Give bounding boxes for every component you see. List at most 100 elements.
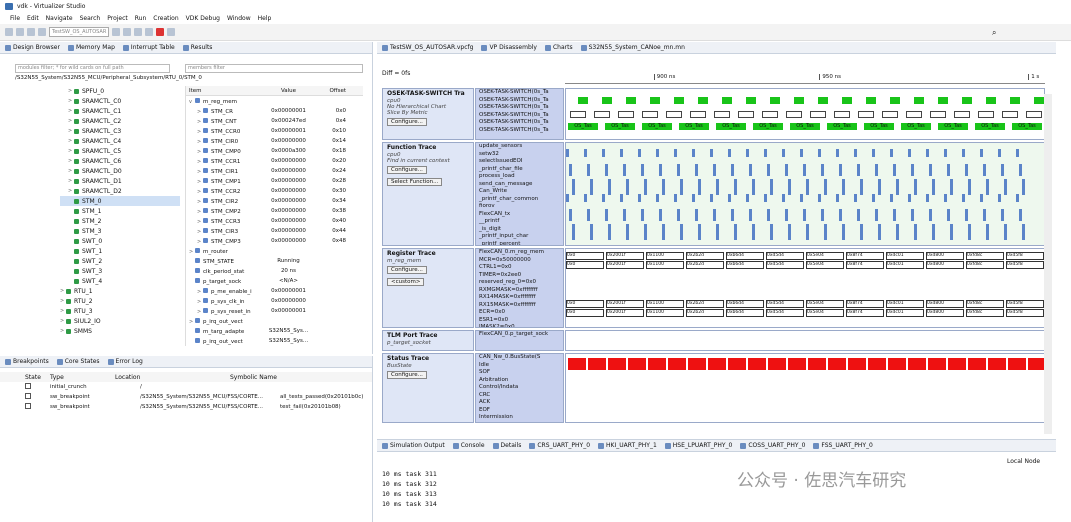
tab-memory-map[interactable]: Memory Map <box>67 44 115 51</box>
signal-name[interactable]: _printf_char_common <box>476 196 563 204</box>
signal-name[interactable]: OSEK-TASK-SWITCH(0s_Ta <box>476 112 563 120</box>
table-row[interactable]: p_irq_out_vect S32N55_Sys... <box>186 336 363 346</box>
enabled-checkbox[interactable] <box>25 403 31 409</box>
menu-item-help[interactable]: Help <box>258 15 272 22</box>
signal-name[interactable]: _printf_percent <box>476 241 563 246</box>
signal-name[interactable]: _printf_input_char <box>476 233 563 241</box>
tab-console[interactable]: Console <box>452 442 485 449</box>
tree-item[interactable]: > SRAMCTL_D2 <box>60 186 180 196</box>
signal-name[interactable]: RX14MASK=0xffffffff <box>476 294 563 302</box>
table-row[interactable]: > p_sys_clk_in 0x00000000 <box>186 296 363 306</box>
signal-name[interactable]: ECR=0x0 <box>476 309 563 317</box>
menu-item-creation[interactable]: Creation <box>153 15 178 22</box>
table-row[interactable]: clk_period_stat 20 ns <box>186 266 363 276</box>
save-icon[interactable] <box>16 28 24 36</box>
lane-option[interactable]: Slice By Metric <box>383 110 473 116</box>
menu-item-search[interactable]: Search <box>80 15 101 22</box>
table-row[interactable]: > STM_CCR0 0x00000001 0x10 <box>186 126 363 136</box>
tree-item[interactable]: SWT_1 <box>60 246 180 256</box>
tab-fss-uart-phy-0[interactable]: FSS_UART_PHY_0 <box>813 442 873 449</box>
table-row[interactable]: > STM_CIR2 0x00000000 0x34 <box>186 196 363 206</box>
configure-button[interactable]: Configure... <box>387 118 427 126</box>
signal-name[interactable]: CTRL1=0x0 <box>476 264 563 272</box>
print-icon[interactable] <box>27 28 35 36</box>
tab-core-states[interactable]: Core States <box>56 358 100 365</box>
tab-simulation-output[interactable]: Simulation Output <box>382 442 445 449</box>
table-row[interactable]: > STM_CIR0 0x00000000 0x14 <box>186 136 363 146</box>
menu-item-navigate[interactable]: Navigate <box>46 15 73 22</box>
signal-name[interactable]: selectIssuedEOI <box>476 158 563 166</box>
signal-name[interactable]: __printf <box>476 218 563 226</box>
tree-item[interactable]: > SMMS <box>60 326 180 336</box>
signal-name[interactable]: fiorov <box>476 203 563 211</box>
tab-error-log[interactable]: Error Log <box>107 358 143 365</box>
signal-name[interactable]: RX15MASK=0xffffffff <box>476 302 563 310</box>
table-row[interactable]: > STM_CIR3 0x00000000 0x44 <box>186 226 363 236</box>
table-row[interactable]: > p_irq_out_vect <box>186 316 363 326</box>
step-icon[interactable] <box>134 28 142 36</box>
signal-name[interactable]: FlexCAN_tx <box>476 211 563 219</box>
signal-name[interactable]: FlexCAN_0.p_target_sock <box>476 331 563 339</box>
members-filter-input[interactable]: members filter <box>185 64 363 73</box>
signal-name[interactable]: OSEK-TASK-SWITCH(0s_Ta <box>476 119 563 127</box>
table-row[interactable]: > STM_CIR1 0x00000000 0x24 <box>186 166 363 176</box>
tab-coss-uart-phy-0[interactable]: COSS_UART_PHY_0 <box>740 442 805 449</box>
table-row[interactable]: > STM_CMP2 0x00000000 0x38 <box>186 206 363 216</box>
signal-name[interactable]: send_can_message <box>476 181 563 189</box>
signal-name[interactable]: CRC <box>476 392 563 400</box>
signal-name[interactable]: Idle <box>476 362 563 370</box>
modules-filter-input[interactable]: modules filter; * for wild cards on full… <box>15 64 170 73</box>
signal-name[interactable]: reserved_reg_0=0x0 <box>476 279 563 287</box>
configure-button[interactable]: Configure... <box>387 266 427 274</box>
table-row[interactable]: > STM_CMP3 0x00000000 0x48 <box>186 236 363 246</box>
tab-testsw-os-autosar-vpcfg[interactable]: TestSW_OS_AUTOSAR.vpcfg <box>382 44 473 51</box>
table-row[interactable]: > STM_CCR3 0x00000000 0x40 <box>186 216 363 226</box>
table-row[interactable]: > STM_CNT 0x000247ed 0x4 <box>186 116 363 126</box>
table-row[interactable]: > STM_CMP1 0x00000000 0x28 <box>186 176 363 186</box>
tree-item[interactable]: STM_3 <box>60 226 180 236</box>
table-row[interactable]: STM_STATE Running <box>186 256 363 266</box>
tab-results[interactable]: Results <box>182 44 212 51</box>
chart-icon[interactable] <box>167 28 175 36</box>
signal-name[interactable]: TIMER=0x2ee0 <box>476 272 563 280</box>
debug-icon[interactable] <box>38 28 46 36</box>
signal-name[interactable]: IMASK2=0x0 <box>476 324 563 327</box>
tab-details[interactable]: Details <box>492 442 521 449</box>
signal-name[interactable]: OSEK-TASK-SWITCH(0s_Ta <box>476 127 563 135</box>
signal-name[interactable]: RXMGMASK=0xffffffff <box>476 287 563 295</box>
table-row[interactable]: > STM_CR 0x00000001 0x0 <box>186 106 363 116</box>
table-row[interactable]: sw_breakpoint/S32N55_System/S32N55_MCU/F… <box>0 402 372 412</box>
signal-name[interactable]: update_sensors <box>476 143 563 151</box>
tree-item[interactable]: > SIUL2_IO <box>60 316 180 326</box>
tree-item[interactable]: > SRAMCTL_C0 <box>60 96 180 106</box>
table-row[interactable]: v m_reg_mem <box>186 96 363 106</box>
tree-item[interactable]: STM_0 <box>60 196 180 206</box>
tree-item[interactable]: > SRAMCTL_C6 <box>60 156 180 166</box>
table-row[interactable]: m_targ_adapte S32N55_Sys... <box>186 326 363 336</box>
tree-item[interactable]: > SRAMCTL_C4 <box>60 136 180 146</box>
stop-icon[interactable] <box>145 28 153 36</box>
run-icon[interactable] <box>112 28 120 36</box>
new-icon[interactable] <box>5 28 13 36</box>
tab-charts[interactable]: Charts <box>544 44 573 51</box>
signal-name[interactable]: process_load <box>476 173 563 181</box>
signal-name[interactable]: MCR=0x50000000 <box>476 257 563 265</box>
table-row[interactable]: > m_router <box>186 246 363 256</box>
configure-button[interactable]: Configure... <box>387 166 427 174</box>
table-row[interactable]: p_target_sock <N/A> <box>186 276 363 286</box>
tree-item[interactable]: STM_1 <box>60 206 180 216</box>
pause-icon[interactable] <box>123 28 131 36</box>
tab-s32n55-system-canoe-mn-mn[interactable]: S32N55_System_CANoe_mn.mn <box>580 44 685 51</box>
enabled-checkbox[interactable] <box>25 393 31 399</box>
menu-item-file[interactable]: File <box>10 15 20 22</box>
tree-item[interactable]: > SPFU_0 <box>60 86 180 96</box>
menu-item-vdk-debug[interactable]: VDK Debug <box>186 15 220 22</box>
signal-name[interactable]: _is_digit <box>476 226 563 234</box>
table-row[interactable]: > STM_CCR2 0x00000000 0x30 <box>186 186 363 196</box>
tab-hki-uart-phy-1[interactable]: HKI_UART_PHY_1 <box>598 442 657 449</box>
signal-name[interactable]: Control/Indata <box>476 384 563 392</box>
signal-name[interactable]: ESR1=0x0 <box>476 317 563 325</box>
menu-item-edit[interactable]: Edit <box>27 15 39 22</box>
tree-item[interactable]: > SRAMCTL_C2 <box>60 116 180 126</box>
lane-option[interactable]: Find in current context <box>383 158 473 164</box>
